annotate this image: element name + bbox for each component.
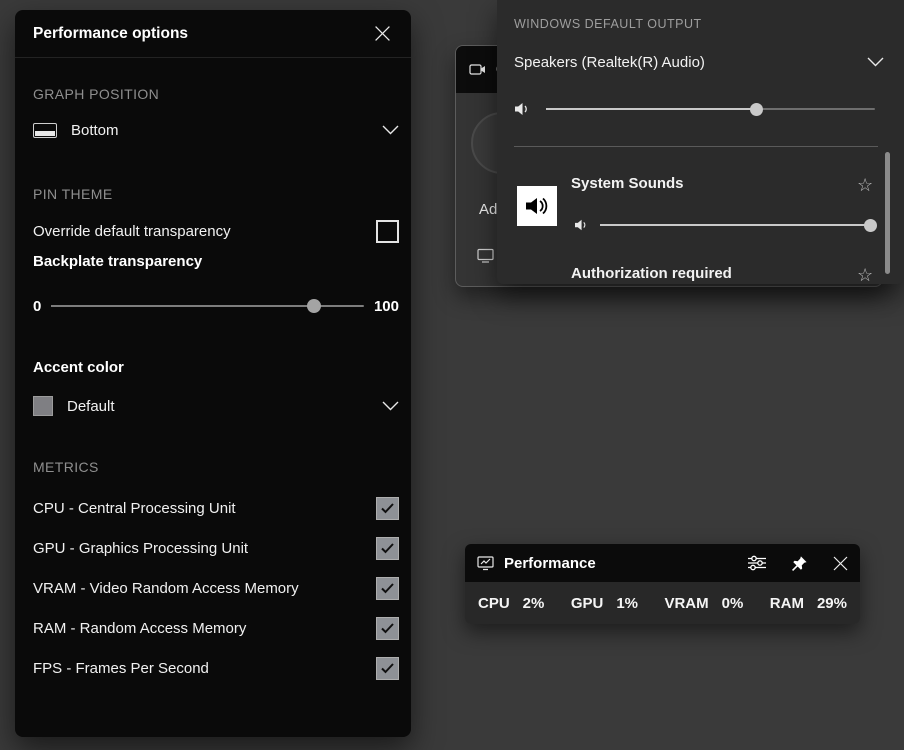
metrics-header: METRICS	[33, 459, 99, 475]
slider-min-label: 0	[33, 298, 41, 315]
performance-options-header: Performance options	[15, 10, 411, 58]
screen-capture-icon[interactable]	[477, 248, 494, 263]
chevron-down-icon	[867, 57, 884, 67]
stat-vram: VRAM 0%	[664, 595, 743, 612]
mixer-app-name: Authorization required	[571, 265, 732, 282]
metric-checkbox[interactable]	[376, 617, 399, 640]
slider-max-label: 100	[374, 298, 399, 315]
backplate-transparency-slider[interactable]	[51, 298, 364, 314]
override-transparency-label: Override default transparency	[33, 223, 231, 240]
metric-checkbox[interactable]	[376, 577, 399, 600]
metric-checkbox[interactable]	[376, 497, 399, 520]
divider	[514, 146, 878, 147]
close-icon[interactable]	[367, 19, 397, 49]
graph-position-header: GRAPH POSITION	[33, 86, 159, 102]
master-volume-slider[interactable]	[546, 101, 875, 117]
override-transparency-checkbox[interactable]	[376, 220, 399, 243]
performance-options-panel: Performance options GRAPH POSITION Botto…	[15, 10, 411, 737]
stat-value: 2%	[523, 595, 545, 612]
metric-label: CPU - Central Processing Unit	[33, 500, 236, 517]
stat-label: RAM	[770, 595, 804, 612]
favorite-star-icon[interactable]: ☆	[857, 266, 873, 284]
performance-widget: Performance	[465, 544, 860, 624]
stat-label: VRAM	[664, 595, 708, 612]
performance-widget-title: Performance	[504, 555, 596, 572]
chevron-down-icon	[382, 401, 399, 411]
system-sounds-volume-row	[574, 216, 876, 234]
accent-color-swatch	[33, 396, 53, 416]
accent-color-dropdown[interactable]: Default	[33, 390, 399, 422]
accent-color-value: Default	[67, 398, 115, 415]
metric-row: RAM - Random Access Memory	[33, 613, 399, 643]
favorite-star-icon[interactable]: ☆	[857, 176, 873, 194]
metric-label: VRAM - Video Random Access Memory	[33, 580, 299, 597]
volume-icon	[574, 218, 590, 232]
performance-widget-titlebar[interactable]: Performance	[465, 544, 860, 582]
graph-position-value: Bottom	[71, 122, 119, 139]
stat-label: CPU	[478, 595, 510, 612]
output-device-name: Speakers (Realtek(R) Audio)	[514, 54, 705, 71]
system-sounds-icon	[517, 186, 557, 226]
stat-cpu: CPU 2%	[478, 595, 544, 612]
panel-title: Performance options	[33, 25, 188, 43]
stat-gpu: GPU 1%	[571, 595, 638, 612]
stat-value: 0%	[722, 595, 744, 612]
pin-icon[interactable]	[791, 555, 808, 572]
backplate-transparency-row: 0 100	[33, 297, 399, 315]
pin-theme-header: PIN THEME	[33, 186, 113, 202]
audio-panel: WINDOWS DEFAULT OUTPUT Speakers (Realtek…	[497, 0, 904, 284]
system-sounds-volume-slider[interactable]	[600, 217, 876, 233]
metric-checkbox[interactable]	[376, 537, 399, 560]
stat-label: GPU	[571, 595, 604, 612]
accent-color-label: Accent color	[33, 359, 399, 376]
volume-icon	[514, 101, 532, 117]
metric-label: RAM - Random Access Memory	[33, 620, 246, 637]
mixer-app-name: System Sounds	[571, 175, 684, 192]
metric-row: CPU - Central Processing Unit	[33, 493, 399, 523]
audio-mixer-scrollbar[interactable]	[885, 152, 890, 274]
graph-position-bottom-icon	[33, 123, 57, 138]
override-transparency-row: Override default transparency	[33, 217, 399, 245]
default-output-header: WINDOWS DEFAULT OUTPUT	[514, 17, 702, 31]
game-bar-overlay: C Add WINDOWS DEFAULT OUTPUT Speakers (R…	[0, 0, 904, 750]
graph-position-dropdown[interactable]: Bottom	[33, 114, 399, 146]
stat-ram: RAM 29%	[770, 595, 847, 612]
metric-row: GPU - Graphics Processing Unit	[33, 533, 399, 563]
camera-icon	[469, 62, 486, 77]
output-device-dropdown[interactable]: Speakers (Realtek(R) Audio)	[514, 48, 884, 76]
metric-label: GPU - Graphics Processing Unit	[33, 540, 248, 557]
options-sliders-icon[interactable]	[748, 555, 766, 571]
metric-row: FPS - Frames Per Second	[33, 653, 399, 683]
backplate-transparency-label: Backplate transparency	[33, 253, 399, 270]
metric-label: FPS - Frames Per Second	[33, 660, 209, 677]
stat-value: 29%	[817, 595, 847, 612]
metric-checkbox[interactable]	[376, 657, 399, 680]
performance-stats-row: CPU 2% GPU 1% VRAM 0% RAM 29%	[465, 582, 860, 624]
master-volume-row	[514, 100, 875, 118]
performance-graph-icon	[477, 555, 494, 571]
stat-value: 1%	[616, 595, 638, 612]
close-icon[interactable]	[833, 556, 848, 571]
metric-row: VRAM - Video Random Access Memory	[33, 573, 399, 603]
chevron-down-icon	[382, 125, 399, 135]
